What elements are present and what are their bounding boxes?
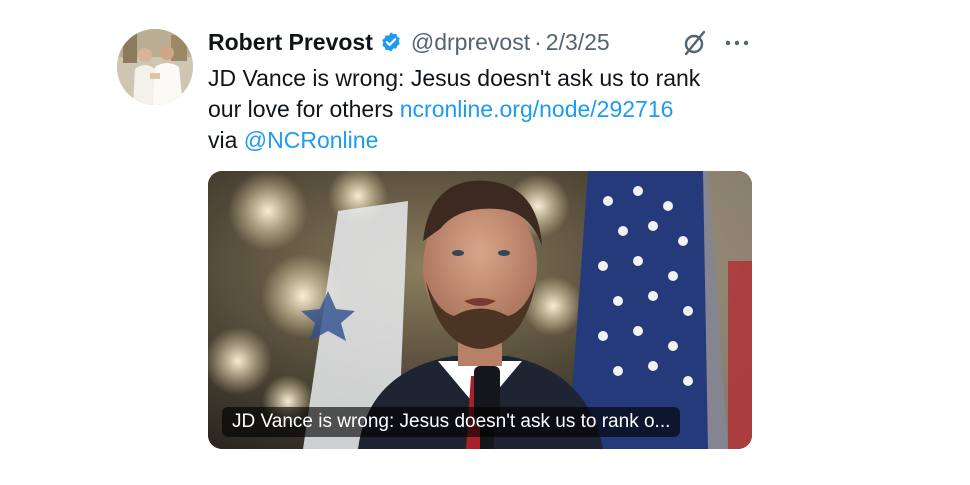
grok-icon[interactable] [681,29,709,57]
link-preview-card[interactable]: JD Vance is wrong: Jesus doesn't ask us … [208,171,752,449]
verified-badge-icon [380,31,402,53]
author-name[interactable]: Robert Prevost [208,29,373,56]
article-link[interactable]: ncronline.org/node/292716 [400,96,674,122]
tweet-date[interactable]: 2/3/25 [546,29,610,56]
tweet-text: JD Vance is wrong: Jesus doesn't ask us … [208,63,768,156]
mention-link[interactable]: @NCRonline [244,127,379,153]
tweet-text-line: JD Vance is wrong: Jesus doesn't ask us … [208,65,701,91]
tweet-text-segment: our love for others [208,96,400,122]
tweet-text-line: our love for others ncronline.org/node/2… [208,94,768,125]
tweet-text-segment: via [208,127,244,153]
tweet-header: Robert Prevost @drprevost · 2/3/25 [208,27,610,57]
separator-dot: · [534,28,542,55]
author-avatar[interactable] [117,29,193,105]
tweet-text-line: via @NCRonline [208,125,768,156]
more-options-icon[interactable] [723,31,751,55]
author-handle[interactable]: @drprevost [411,29,530,56]
link-card-title: JD Vance is wrong: Jesus doesn't ask us … [222,407,681,437]
tweet[interactable]: Robert Prevost @drprevost · 2/3/25 JD Va… [0,0,970,485]
